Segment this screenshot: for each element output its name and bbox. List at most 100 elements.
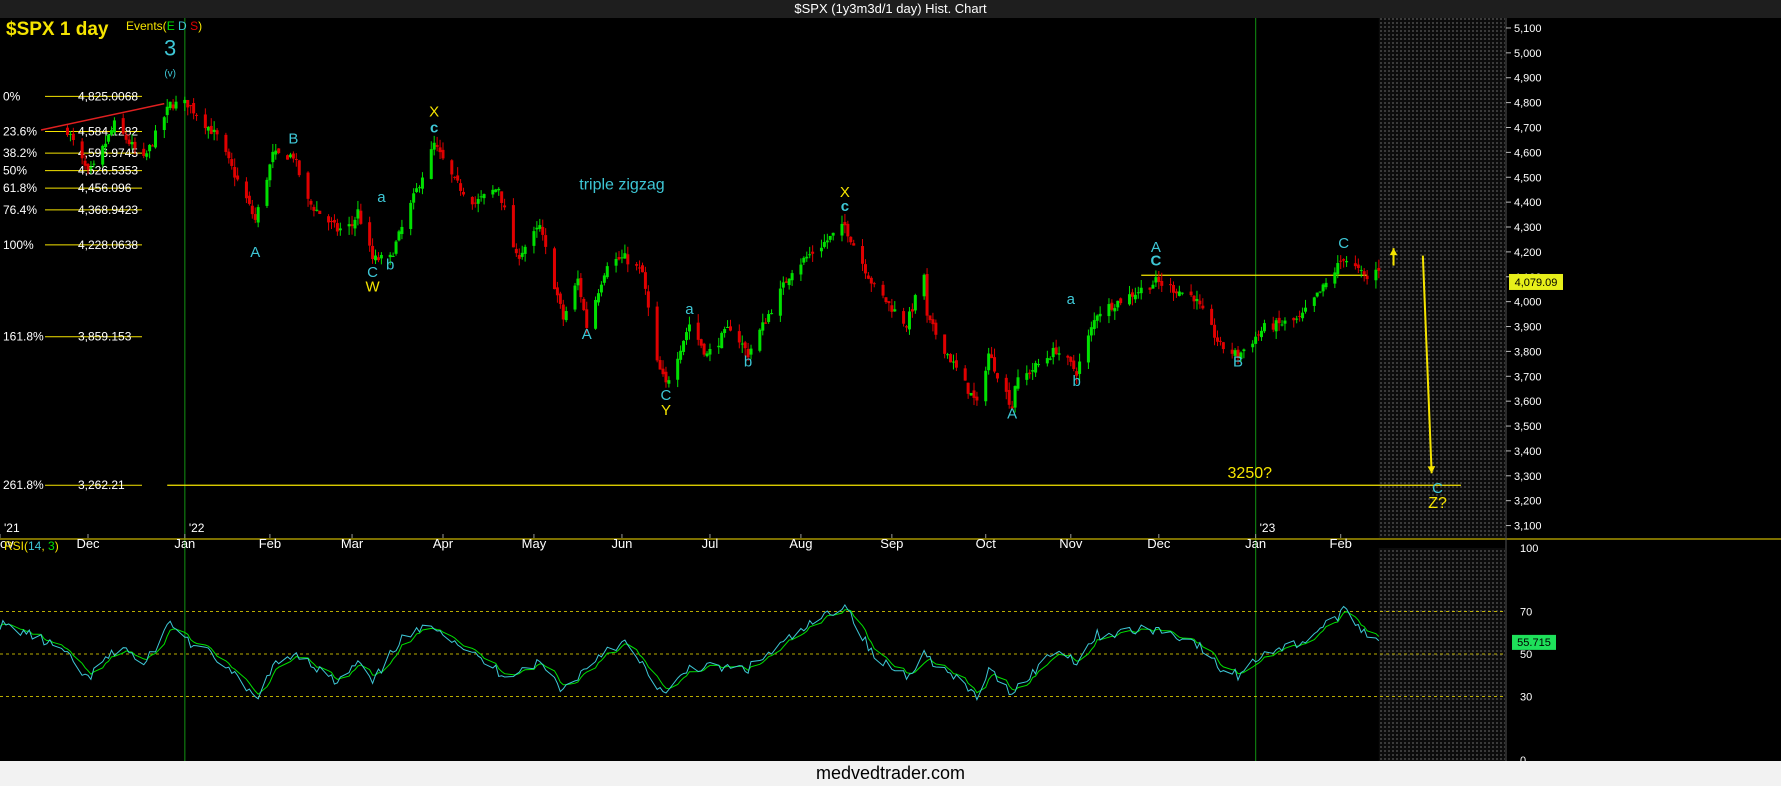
price-tick-label: 3,900 [1514, 322, 1542, 334]
candle-body [253, 214, 257, 220]
fib-level-value: 3,262.21 [78, 478, 125, 492]
candle-body [309, 200, 313, 205]
candle-body [893, 309, 897, 312]
candle-body [1342, 259, 1346, 261]
candle-body [664, 371, 668, 383]
candle-body [975, 396, 979, 401]
candle-body [233, 166, 237, 178]
candle-body [297, 160, 301, 176]
candle-body [206, 126, 210, 131]
candle-body [1336, 263, 1340, 275]
candle-body [541, 226, 545, 235]
candle-body [1133, 294, 1137, 300]
candle-body [1169, 284, 1173, 286]
price-chart[interactable]: 0% 4,825.006823.6% 4,584.128238.2% 4,596.97… [0, 18, 1781, 761]
wave-label: b [386, 256, 394, 273]
future-zone-rsi [1378, 548, 1505, 761]
candle-body [538, 225, 542, 229]
candle-body [770, 313, 774, 315]
candle-body [969, 392, 973, 396]
candle-body [456, 175, 460, 181]
candle-body [646, 291, 650, 308]
month-label: Dec [1147, 536, 1171, 551]
fib-level-value: 4,368.9423 [78, 203, 138, 217]
fib-level-value: 4,825.0068 [78, 89, 138, 103]
candle-body [192, 103, 196, 114]
events-label[interactable]: Events(E D S) [126, 19, 202, 33]
candle-body [400, 226, 404, 235]
price-tick-label: 3,100 [1514, 521, 1542, 533]
candle-body [1127, 294, 1131, 305]
candle-body [523, 246, 527, 254]
candle-body [1078, 361, 1082, 374]
candle-body [605, 266, 609, 278]
candle-body [1345, 261, 1349, 263]
events-s[interactable]: S [190, 19, 198, 33]
events-e[interactable]: E [167, 19, 175, 33]
candle-body [124, 134, 128, 140]
candle-body [168, 101, 172, 108]
candle-body [438, 147, 442, 153]
month-label: May [522, 536, 547, 551]
candle-body [1069, 357, 1073, 362]
candle-body [1016, 377, 1020, 389]
month-label: Dec [76, 536, 100, 551]
candle-body [315, 209, 319, 211]
candle-body [1312, 297, 1316, 306]
month-label: Apr [433, 536, 454, 551]
candle-body [1218, 340, 1222, 342]
rsi-tick-label: 30 [1520, 691, 1532, 703]
candle-body [376, 257, 380, 261]
candle-body [1151, 284, 1155, 289]
candle-body [552, 248, 556, 290]
candle-body [1180, 292, 1184, 294]
wave-label: Y [661, 402, 671, 419]
fib-level-pct: 76.4% [3, 203, 37, 217]
fib-level-pct: 261.8% [3, 478, 44, 492]
candle-body [186, 99, 190, 108]
candle-body [1353, 263, 1357, 267]
candle-body [717, 345, 721, 348]
candle-body [271, 151, 275, 163]
candle-body [1262, 323, 1266, 332]
candle-body [151, 145, 155, 147]
candle-body [840, 223, 844, 236]
footer-brand[interactable]: medvedtrader.com [0, 761, 1781, 786]
rsi-indicator-label[interactable]: RSI(14, 3) [4, 539, 59, 553]
candle-body [68, 133, 72, 135]
candle-body [332, 219, 336, 223]
candle-body [420, 177, 424, 189]
candle-body [148, 144, 152, 152]
events-d[interactable]: D [178, 19, 187, 33]
candle-body [843, 221, 847, 226]
fib-level-pct: 100% [3, 238, 34, 252]
price-tick-label: 4,700 [1514, 122, 1542, 134]
candle-body [441, 149, 445, 159]
candle-body [682, 340, 686, 352]
candle-body [415, 188, 419, 193]
candle-body [740, 343, 744, 345]
candle-body [479, 196, 483, 198]
price-tick-label: 4,800 [1514, 98, 1542, 110]
candle-body [517, 254, 521, 259]
wave-label: C [1338, 235, 1349, 252]
candle-body [203, 114, 207, 129]
candle-body [808, 254, 812, 256]
candle-body [359, 210, 363, 224]
wave-label: (v) [164, 68, 176, 79]
candle-body [1007, 390, 1011, 405]
candle-body [92, 163, 96, 165]
candle-body [561, 304, 565, 320]
candle-body [1298, 315, 1302, 317]
candle-body [1210, 308, 1214, 325]
candle-body [1359, 269, 1363, 271]
candle-body [1213, 324, 1217, 338]
candle-body [852, 243, 856, 246]
candle-body [1119, 298, 1123, 304]
candle-body [687, 324, 691, 332]
wave-label: a [1067, 291, 1076, 308]
candle-body [209, 125, 213, 134]
candle-body [784, 281, 788, 283]
candle-body [473, 202, 477, 204]
month-label: Jan [1245, 536, 1266, 551]
